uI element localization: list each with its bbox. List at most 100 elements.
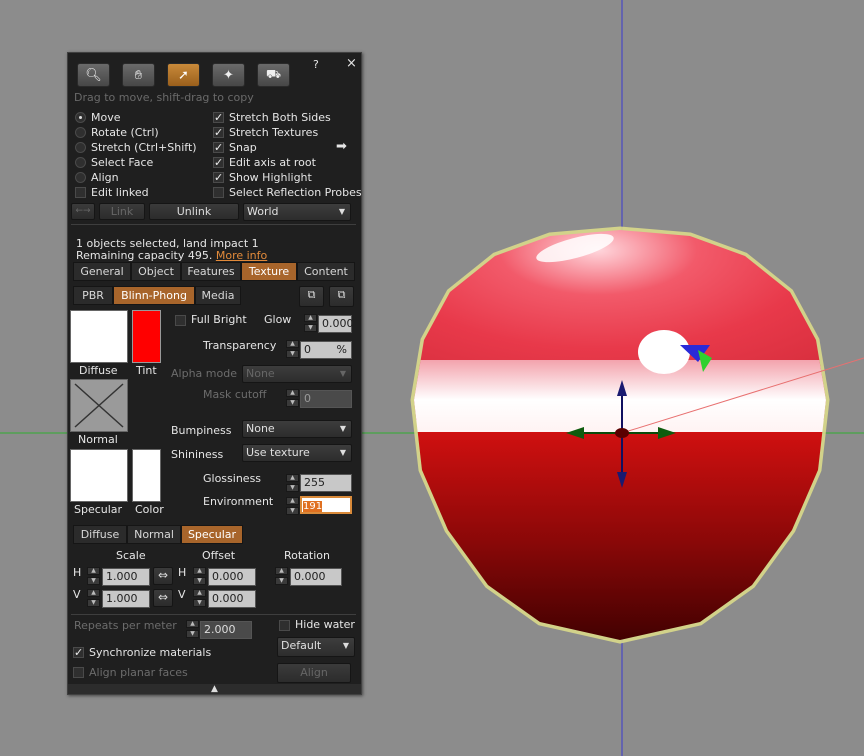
create-tool-button[interactable]: ✦ (212, 63, 245, 87)
scale-h-spinner[interactable]: ▲ ▼ (87, 567, 100, 585)
mask-cutoff-spinner[interactable]: ▲ ▼ (286, 389, 299, 407)
align-button[interactable]: Align (277, 663, 351, 683)
chevron-down-icon: ▼ (339, 448, 346, 457)
close-button[interactable]: × (346, 56, 357, 71)
rotation-spinner[interactable]: ▲ ▼ (275, 567, 288, 585)
unlink-button[interactable]: Unlink (149, 203, 239, 220)
link-button[interactable]: Link (99, 203, 145, 220)
repeats-field[interactable]: 2.000 (200, 621, 252, 639)
copy-icon[interactable]: ⧉ (299, 286, 324, 307)
collapse-chevron-up-icon[interactable]: ▲ (68, 684, 361, 694)
tab-blinn-phong[interactable]: Blinn-Phong (113, 286, 195, 305)
tab-object[interactable]: Object (131, 262, 181, 281)
offset-v-spinner[interactable]: ▲ ▼ (193, 589, 206, 607)
flip-v-icon[interactable]: ⇔ (153, 589, 173, 607)
select-face-label: Select Face (91, 156, 154, 169)
glow-field[interactable]: 0.000 (318, 315, 354, 333)
bumpiness-dropdown[interactable]: None ▼ (242, 420, 352, 438)
select-reflection-probes-label: Select Reflection Probes (229, 186, 362, 199)
alpha-mode-dropdown[interactable]: None ▼ (242, 365, 352, 383)
repeats-per-meter-label: Repeats per meter (74, 619, 177, 632)
scale-h-field[interactable]: 1.000 (102, 568, 150, 586)
synchronize-materials-checkbox[interactable]: ✓ (73, 647, 84, 658)
ruler-mode-value: World (247, 205, 279, 218)
mask-cutoff-field[interactable]: 0 (300, 390, 352, 408)
edit-axis-root-checkbox[interactable]: ✓ (213, 157, 224, 168)
environment-label: Environment (203, 495, 274, 508)
offset-v-field[interactable]: 0.000 (208, 590, 256, 608)
full-bright-checkbox[interactable] (175, 315, 186, 326)
shininess-dropdown[interactable]: Use texture ▼ (242, 444, 352, 462)
edit-linked-checkbox[interactable] (75, 187, 86, 198)
more-info-link[interactable]: More info (216, 249, 267, 262)
offset-v-label: V (178, 588, 186, 601)
scale-label: Scale (116, 549, 146, 562)
move-radio[interactable] (75, 112, 86, 123)
full-bright-label: Full Bright (191, 313, 247, 326)
normal-texture-swatch[interactable] (70, 379, 128, 432)
stretch-radio[interactable] (75, 142, 86, 153)
tab-content[interactable]: Content (297, 262, 355, 281)
repeats-spinner[interactable]: ▲ ▼ (186, 620, 199, 638)
tab-map-diffuse[interactable]: Diffuse (73, 525, 127, 544)
offset-h-field[interactable]: 0.000 (208, 568, 256, 586)
chevron-down-icon: ▼ (339, 424, 346, 433)
diffuse-texture-swatch[interactable] (70, 310, 128, 363)
align-planar-faces-checkbox[interactable] (73, 667, 84, 678)
transparency-field[interactable]: 0 % (300, 341, 352, 359)
tab-texture[interactable]: Texture (241, 262, 297, 281)
tab-map-specular[interactable]: Specular (181, 525, 243, 544)
arrow-right-icon[interactable]: ➡ (336, 139, 347, 154)
land-tool-button[interactable]: ⛟ (257, 63, 290, 87)
grab-tool-button[interactable]: ✋︎ (122, 63, 155, 87)
select-face-radio[interactable] (75, 157, 86, 168)
tab-pbr[interactable]: PBR (73, 286, 113, 305)
stretch-textures-checkbox[interactable]: ✓ (213, 127, 224, 138)
tab-map-normal[interactable]: Normal (127, 525, 181, 544)
cursor-icon: ➚ (178, 67, 189, 83)
offset-h-spinner[interactable]: ▲ ▼ (193, 567, 206, 585)
scale-v-spinner[interactable]: ▲ ▼ (87, 589, 100, 607)
environment-spinner[interactable]: ▲ ▼ (286, 497, 299, 515)
tab-general[interactable]: General (73, 262, 131, 281)
move-label: Move (91, 111, 121, 124)
stretch-both-sides-checkbox[interactable]: ✓ (213, 112, 224, 123)
glossiness-spinner[interactable]: ▲ ▼ (286, 474, 299, 492)
specular-texture-swatch[interactable] (70, 449, 128, 502)
zoom-tool-button[interactable]: 🔍︎ (77, 63, 110, 87)
tint-color-swatch[interactable] (132, 310, 161, 363)
bumpiness-label: Bumpiness (171, 424, 232, 437)
glossiness-field[interactable]: 255 (300, 474, 352, 492)
help-button[interactable]: ? (313, 58, 319, 71)
offset-label: Offset (202, 549, 236, 562)
chevron-down-icon: ▼ (342, 641, 349, 650)
hand-icon: ✋︎ (134, 67, 143, 83)
show-highlight-checkbox[interactable]: ✓ (213, 172, 224, 183)
tab-media[interactable]: Media (195, 286, 241, 305)
link-arrows-button[interactable]: ←→ (71, 203, 95, 220)
select-reflection-probes-checkbox[interactable] (213, 187, 224, 198)
align-radio[interactable] (75, 172, 86, 183)
paste-icon[interactable]: ⧉ (329, 286, 354, 307)
hide-water-checkbox[interactable] (279, 620, 290, 631)
glow-label: Glow (264, 313, 292, 326)
diffuse-label: Diffuse (79, 364, 118, 377)
synchronize-materials-label: Synchronize materials (89, 646, 212, 659)
flip-h-icon[interactable]: ⇔ (153, 567, 173, 585)
tab-features[interactable]: Features (181, 262, 241, 281)
environment-field[interactable]: 191 (300, 496, 352, 514)
transparency-spinner[interactable]: ▲ ▼ (286, 340, 299, 358)
build-tools-floater[interactable]: 🔍︎ ✋︎ ➚ ✦ ⛟ ? × Drag to move, shift-drag… (67, 52, 362, 695)
alignment-mode-dropdown[interactable]: Default ▼ (277, 637, 355, 657)
edit-tool-button[interactable]: ➚ (167, 63, 200, 87)
magic-wand-icon: ✦ (223, 67, 234, 83)
snap-checkbox[interactable]: ✓ (213, 142, 224, 153)
percent-label: % (336, 343, 347, 356)
no-texture-icon (74, 383, 124, 428)
specular-color-swatch[interactable] (132, 449, 161, 502)
ruler-mode-dropdown[interactable]: World ▼ (243, 203, 351, 221)
glow-spinner[interactable]: ▲ ▼ (304, 314, 317, 332)
scale-v-field[interactable]: 1.000 (102, 590, 150, 608)
rotate-radio[interactable] (75, 127, 86, 138)
rotation-field[interactable]: 0.000 (290, 568, 342, 586)
